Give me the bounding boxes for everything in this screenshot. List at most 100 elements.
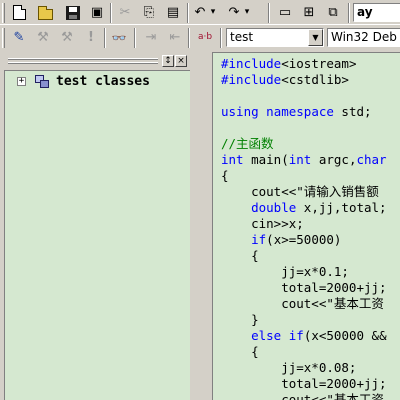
find-combo[interactable]: ay bbox=[353, 3, 400, 22]
config-select-value: Win32 Deb bbox=[331, 30, 397, 44]
code-line[interactable]: #include<cstdlib> bbox=[221, 72, 349, 88]
undo-icon: ↶ bbox=[194, 5, 206, 20]
redo-icon: ↷ bbox=[228, 5, 240, 20]
find-button[interactable]: 👓 bbox=[108, 27, 130, 48]
code-line[interactable]: total=2000+jj; bbox=[221, 376, 386, 392]
code-keyword: if bbox=[288, 328, 304, 343]
code-keyword: int bbox=[288, 152, 312, 167]
close-button[interactable]: × bbox=[175, 55, 187, 67]
code-line[interactable]: cin>>x; bbox=[221, 216, 304, 232]
workspace-button[interactable]: ▭ bbox=[274, 2, 296, 23]
window-list-icon: ⧉ bbox=[328, 5, 338, 20]
paste-button[interactable]: ▤ bbox=[162, 2, 184, 23]
compile-button[interactable]: ✎ bbox=[8, 27, 30, 48]
code-keyword: #include bbox=[221, 56, 282, 71]
code-text: cin>>x; bbox=[221, 216, 304, 231]
find-input-text: ay bbox=[357, 5, 373, 19]
project-select[interactable]: test ▼ bbox=[226, 28, 324, 47]
window-list-button[interactable]: ⧉ bbox=[322, 2, 344, 23]
compile-icon: ✎ bbox=[13, 30, 25, 45]
code-text: (x>=50000) bbox=[266, 232, 342, 247]
build-icon: ⚒ bbox=[37, 30, 49, 45]
pin-button[interactable]: ↕ bbox=[162, 55, 174, 67]
code-line[interactable]: total=2000+jj; bbox=[221, 280, 387, 296]
code-line[interactable]: { bbox=[221, 168, 229, 184]
indent-icon: ⇥ bbox=[145, 30, 157, 45]
save-icon bbox=[66, 5, 80, 20]
code-text: { bbox=[221, 248, 259, 263]
toolbar-grip[interactable] bbox=[2, 3, 5, 23]
code-text: (x<50000 && bbox=[303, 328, 387, 343]
open-folder-icon bbox=[37, 5, 53, 20]
redo-button[interactable]: ↷ bbox=[226, 2, 242, 23]
code-text: { bbox=[221, 344, 259, 359]
save-all-icon: ▣ bbox=[90, 5, 104, 20]
code-keyword: if bbox=[251, 232, 267, 247]
code-line[interactable]: { bbox=[221, 344, 259, 360]
code-line[interactable]: jj=x*0.1; bbox=[221, 264, 349, 280]
save-button[interactable] bbox=[62, 2, 84, 23]
code-text: jj=x*0.08; bbox=[221, 360, 357, 375]
code-line[interactable]: using namespace std; bbox=[221, 104, 372, 120]
replace-icon: a·b bbox=[197, 32, 213, 42]
code-text: cout<<"基本工资 bbox=[221, 296, 384, 311]
code-line[interactable]: cout<<"请输入销售额 bbox=[221, 184, 379, 200]
build-toolbar: ✎ ⚒ ⚒ ! 👓 ⇥ ⇤ a·b test ▼ Win32 Deb bbox=[0, 24, 400, 52]
code-line[interactable]: { bbox=[221, 248, 259, 264]
tree-expander[interactable]: + bbox=[17, 77, 26, 86]
code-line[interactable]: cout<<"基本工资 bbox=[221, 296, 384, 312]
execute-button[interactable]: ! bbox=[80, 27, 102, 48]
code-text: total=2000+jj; bbox=[221, 280, 387, 295]
code-text: <iostream> bbox=[281, 56, 357, 71]
code-text: jj=x*0.1; bbox=[221, 264, 349, 279]
code-keyword: int bbox=[221, 152, 244, 167]
code-line[interactable]: #include<iostream> bbox=[221, 56, 356, 72]
replace-button[interactable]: a·b bbox=[193, 27, 217, 48]
new-file-button[interactable] bbox=[8, 2, 30, 23]
outdent-button[interactable]: ⇤ bbox=[164, 27, 186, 48]
output-button[interactable]: ⊞ bbox=[298, 2, 320, 23]
redo-dropdown[interactable]: ▾ bbox=[242, 2, 252, 23]
toolbar-grip[interactable] bbox=[2, 28, 5, 48]
code-editor[interactable]: #include<iostream> #include<cstdlib> using… bbox=[212, 52, 400, 400]
code-line[interactable]: jj=x*0.08; bbox=[221, 360, 356, 376]
redo-dropdown-icon: ▾ bbox=[244, 7, 250, 17]
config-select[interactable]: Win32 Deb bbox=[327, 28, 400, 47]
code-text: std; bbox=[333, 104, 372, 119]
cut-button[interactable]: ✂ bbox=[114, 2, 136, 23]
find-icon: 👓 bbox=[111, 30, 127, 45]
code-line[interactable]: if(x>=50000) bbox=[221, 232, 341, 248]
code-comment: //主函数 bbox=[221, 136, 274, 151]
code-line[interactable]: double x,jj,total; bbox=[221, 200, 386, 216]
build-button[interactable]: ⚒ bbox=[32, 27, 54, 48]
stop-build-button[interactable]: ⚒ bbox=[56, 27, 78, 48]
workspace-panel: ↕ × + test classes bbox=[4, 54, 190, 400]
tree-item-test-classes[interactable]: test classes bbox=[56, 74, 150, 89]
save-all-button[interactable]: ▣ bbox=[86, 2, 108, 23]
code-text: { bbox=[221, 168, 229, 183]
code-keyword: char bbox=[356, 152, 387, 167]
cut-icon: ✂ bbox=[119, 5, 131, 20]
copy-button[interactable]: ⎘ bbox=[138, 2, 160, 23]
undo-button[interactable]: ↶ bbox=[192, 2, 208, 23]
code-line[interactable]: } bbox=[221, 312, 259, 328]
undo-dropdown-icon: ▾ bbox=[210, 7, 216, 17]
indent-button[interactable]: ⇥ bbox=[140, 27, 162, 48]
code-line[interactable]: else if(x<50000 && bbox=[221, 328, 387, 344]
panel-splitter[interactable] bbox=[190, 52, 212, 400]
open-button[interactable] bbox=[34, 2, 56, 23]
code-line[interactable]: //主函数 bbox=[221, 136, 274, 152]
classes-icon bbox=[35, 75, 50, 89]
panel-grip[interactable] bbox=[8, 62, 158, 64]
code-keyword: else bbox=[251, 328, 282, 343]
panel-grip[interactable] bbox=[8, 58, 158, 60]
new-file-icon bbox=[12, 5, 26, 20]
code-line[interactable]: int main(int argc,char bbox=[221, 152, 387, 168]
chevron-down-icon[interactable]: ▼ bbox=[308, 29, 323, 46]
code-line[interactable]: cout<<"基本工资 bbox=[221, 392, 384, 400]
output-window-icon: ⊞ bbox=[303, 5, 315, 20]
undo-dropdown[interactable]: ▾ bbox=[208, 2, 218, 23]
